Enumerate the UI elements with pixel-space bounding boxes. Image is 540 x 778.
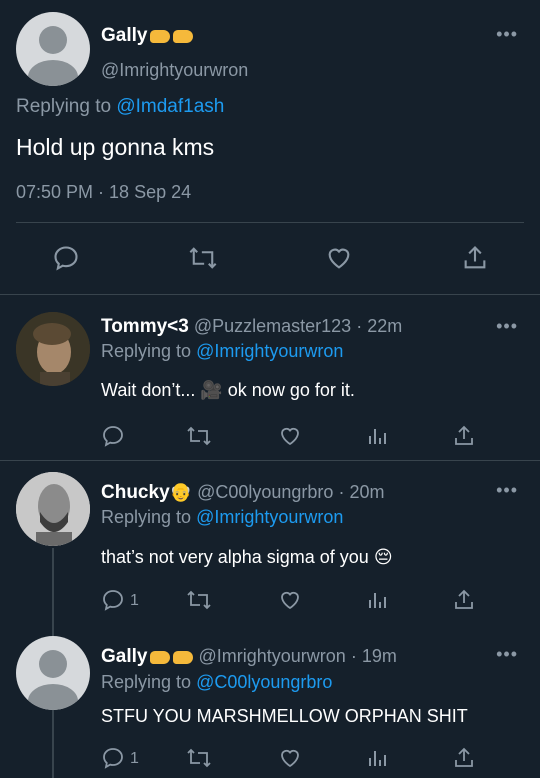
fist-emoji-icon <box>150 650 171 664</box>
author-name-row[interactable]: Gally @Imrightyourwron · 19m <box>101 646 397 668</box>
author-name[interactable]: Chucky <box>101 482 170 503</box>
tweet-text: Hold up gonna kms <box>16 134 215 160</box>
share-icon[interactable] <box>452 424 476 448</box>
divider <box>0 460 540 461</box>
retweet-icon[interactable] <box>186 424 212 448</box>
fist-emoji-icon <box>173 650 194 664</box>
more-options-icon[interactable]: ••• <box>496 480 518 501</box>
reply-time[interactable]: · 19m <box>351 646 397 666</box>
avatar[interactable] <box>16 312 90 386</box>
like-icon[interactable] <box>278 746 302 770</box>
replying-prefix: Replying to <box>101 507 192 527</box>
replying-to: Replying to @Imdaf1ash <box>16 96 224 118</box>
reply-count: 1 <box>130 750 139 767</box>
reply-actions <box>0 424 540 450</box>
replying-prefix: Replying to <box>16 96 112 117</box>
more-options-icon[interactable]: ••• <box>496 644 518 665</box>
share-icon[interactable] <box>461 244 489 272</box>
reply-icon[interactable] <box>52 244 80 272</box>
default-avatar-body <box>28 60 78 86</box>
main-tweet: Gally @Imrightyourwron ••• Replying to @… <box>0 0 540 294</box>
like-icon[interactable] <box>325 244 353 272</box>
author-name[interactable]: Gally <box>101 646 147 667</box>
tweet-timestamp[interactable]: 07:50 PM · 18 Sep 24 <box>16 182 191 203</box>
reply-tweet[interactable]: Gally @Imrightyourwron · 19m ••• Replyin… <box>0 636 540 778</box>
reply-actions: 1 <box>0 588 540 614</box>
fist-emoji-icon <box>173 30 194 44</box>
like-icon[interactable] <box>278 588 302 612</box>
default-avatar-head <box>39 26 67 54</box>
author-name-row[interactable]: Chucky👴 @C00lyoungrbro · 20m <box>101 482 384 504</box>
reply-tweet[interactable]: Tommy<3 @Puzzlemaster123 · 22m ••• Reply… <box>0 296 540 460</box>
retweet-icon[interactable] <box>188 244 218 272</box>
author-name[interactable]: Tommy<3 <box>101 316 189 337</box>
default-avatar-body <box>28 684 78 710</box>
like-icon[interactable] <box>278 424 302 448</box>
reply-icon[interactable] <box>101 424 125 448</box>
reply-icon[interactable] <box>101 746 125 770</box>
author-handle[interactable]: @Imrightyourwron <box>199 646 346 666</box>
replying-to-link[interactable]: @C00lyoungrbro <box>196 672 332 692</box>
author-handle[interactable]: @Imrightyourwron <box>101 60 248 81</box>
share-icon[interactable] <box>452 746 476 770</box>
reply-actions: 1 <box>0 746 540 772</box>
replying-to: Replying to @Imrightyourwron <box>101 507 343 528</box>
retweet-icon[interactable] <box>186 746 212 770</box>
tweet-actions <box>0 244 540 274</box>
reply-time[interactable]: · 22m <box>356 316 402 336</box>
views-icon[interactable] <box>365 424 389 448</box>
reply-text: that’s not very alpha sigma of you 😔 <box>101 547 393 567</box>
reply-text: Wait don’t... 🎥 ok now go for it. <box>101 380 355 400</box>
fist-emoji-icon <box>150 30 171 44</box>
author-name[interactable]: Gally <box>101 25 147 46</box>
replying-to: Replying to @Imrightyourwron <box>101 341 343 362</box>
more-options-icon[interactable]: ••• <box>496 316 518 337</box>
replying-to-link[interactable]: @Imrightyourwron <box>196 507 343 527</box>
reply-time[interactable]: · 20m <box>338 482 384 502</box>
reply-count: 1 <box>130 592 139 609</box>
default-avatar-head <box>39 650 67 678</box>
replying-prefix: Replying to <box>101 341 192 361</box>
more-options-icon[interactable]: ••• <box>496 24 518 45</box>
divider <box>16 222 524 223</box>
reply-tweet[interactable]: Chucky👴 @C00lyoungrbro · 20m ••• Replyin… <box>0 462 540 638</box>
replying-prefix: Replying to <box>101 672 192 692</box>
author-handle[interactable]: @Puzzlemaster123 <box>194 316 351 336</box>
author-handle[interactable]: @C00lyoungrbro <box>197 482 333 502</box>
divider <box>0 294 540 295</box>
author-name-row[interactable]: Gally <box>101 25 194 47</box>
reply-text: STFU YOU MARSHMELLOW ORPHAN SHIT <box>101 706 468 726</box>
avatar[interactable] <box>16 472 90 546</box>
views-icon[interactable] <box>365 746 389 770</box>
reply-icon[interactable] <box>101 588 125 612</box>
old-man-emoji-icon: 👴 <box>169 482 193 502</box>
replying-to: Replying to @C00lyoungrbro <box>101 672 332 693</box>
replying-to-link[interactable]: @Imrightyourwron <box>196 341 343 361</box>
author-name-row[interactable]: Tommy<3 @Puzzlemaster123 · 22m <box>101 316 402 338</box>
views-icon[interactable] <box>365 588 389 612</box>
replying-to-link[interactable]: @Imdaf1ash <box>116 96 224 117</box>
avatar[interactable] <box>16 12 90 86</box>
avatar[interactable] <box>16 636 90 710</box>
retweet-icon[interactable] <box>186 588 212 612</box>
share-icon[interactable] <box>452 588 476 612</box>
